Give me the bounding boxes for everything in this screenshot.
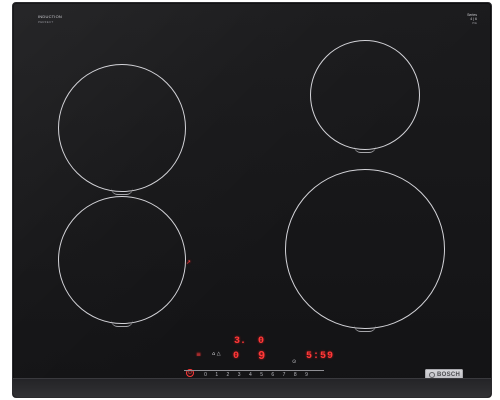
mode-icons[interactable]: ⌂ △ xyxy=(212,351,221,358)
right-top-display: 0 xyxy=(258,336,265,347)
brand-top-left-line-2: PERFECT xyxy=(38,20,54,24)
zone-marker xyxy=(354,146,376,153)
cooking-zone-front-right xyxy=(285,169,445,332)
zone-marker xyxy=(111,320,133,327)
cooking-zone-front-left xyxy=(58,196,186,327)
left-top-display: 3. xyxy=(234,336,247,347)
right-mid-display: 9 xyxy=(258,349,266,363)
left-mid-display: 0 xyxy=(233,351,240,362)
cooking-zone-back-right xyxy=(310,40,420,153)
brand-top-right-line-3: PIE xyxy=(472,21,477,25)
brand-top-left-line-1: INDUCTION xyxy=(38,14,63,19)
menu-icon[interactable]: ≡ xyxy=(196,351,201,358)
product-stage: INDUCTION PERFECT Series 4 | 6 PIE ↗ ≡ ⌂… xyxy=(0,0,500,400)
side-indicator-icon: ↗ xyxy=(186,259,192,266)
lock-icon[interactable]: ⊙ xyxy=(292,359,296,366)
cooking-zone-back-left xyxy=(58,64,186,195)
zone-marker xyxy=(354,325,376,332)
induction-cooktop: INDUCTION PERFECT Series 4 | 6 PIE ↗ ≡ ⌂… xyxy=(12,2,492,398)
timer-display: 5:59 xyxy=(306,351,335,362)
zone-marker xyxy=(111,188,133,195)
brand-top-right-block: Series 4 | 6 PIE xyxy=(461,13,477,25)
front-trim xyxy=(13,378,491,397)
